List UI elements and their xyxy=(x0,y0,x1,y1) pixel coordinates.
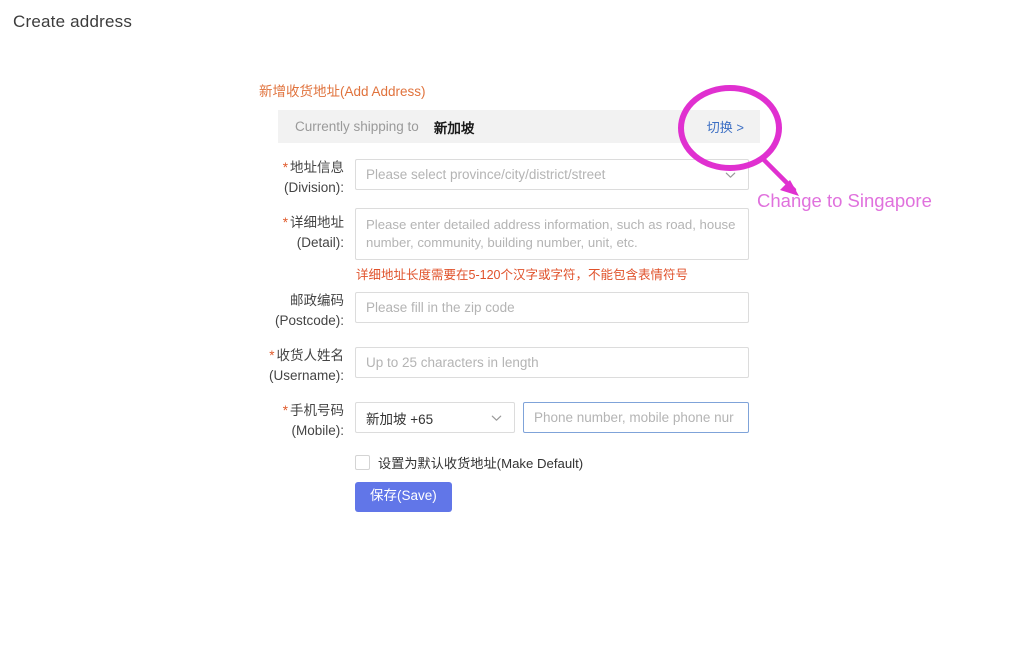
phone-group: 新加坡 +65 Phone number, mobile phone nur xyxy=(355,402,778,433)
form-actions: 设置为默认收货地址(Make Default) 保存(Save) xyxy=(355,453,778,512)
form-row-division: * 地址信息 (Division): Please select province… xyxy=(258,159,778,197)
chevron-down-icon xyxy=(724,168,737,181)
division-select[interactable]: Please select province/city/district/str… xyxy=(355,159,749,190)
form-row-username: * 收货人姓名 (Username): Up to 25 characters i… xyxy=(258,347,778,385)
label-division-en: (Division): xyxy=(283,180,344,195)
control-detail: Please enter detailed address informatio… xyxy=(355,208,778,289)
currently-shipping-label: Currently shipping to xyxy=(295,119,419,134)
label-username: * 收货人姓名 (Username): xyxy=(258,347,355,385)
label-mobile: * 手机号码 (Mobile): xyxy=(258,402,355,440)
detail-textarea[interactable]: Please enter detailed address informatio… xyxy=(355,208,749,260)
chevron-down-icon xyxy=(490,411,503,424)
control-mobile: 新加坡 +65 Phone number, mobile phone nur xyxy=(355,402,778,433)
control-username: Up to 25 characters in length xyxy=(355,347,778,378)
label-username-cn: 收货人姓名 xyxy=(276,348,345,363)
add-address-panel: 新增收货地址(Add Address) Currently shipping t… xyxy=(258,80,778,512)
label-detail-en: (Detail): xyxy=(296,235,344,250)
detail-error-message: 详细地址长度需要在5-120个汉字或字符，不能包含表情符号 xyxy=(356,268,688,282)
control-division: Please select province/city/district/str… xyxy=(355,159,778,190)
label-division: * 地址信息 (Division): xyxy=(258,159,355,197)
currently-shipping-bar: Currently shipping to 新加坡 切换 > xyxy=(278,110,760,143)
form-row-postcode: 邮政编码 (Postcode): Please fill in the zip … xyxy=(258,292,778,330)
country-code-value: 新加坡 +65 xyxy=(366,411,434,427)
phone-number-input[interactable]: Phone number, mobile phone nur xyxy=(523,402,749,433)
switch-country-link[interactable]: 切换 > xyxy=(707,117,744,136)
make-default-row[interactable]: 设置为默认收货地址(Make Default) xyxy=(355,453,778,472)
label-detail-cn: 详细地址 xyxy=(290,215,344,230)
label-mobile-cn: 手机号码 xyxy=(290,403,344,418)
required-asterisk: * xyxy=(282,215,288,230)
required-asterisk: * xyxy=(282,160,288,175)
required-asterisk: * xyxy=(282,403,288,418)
label-detail: * 详细地址 (Detail): xyxy=(258,208,355,252)
current-country-value: 新加坡 xyxy=(433,120,475,136)
label-postcode-cn: 邮政编码 xyxy=(290,293,344,308)
division-select-placeholder: Please select province/city/district/str… xyxy=(366,167,606,182)
label-postcode: 邮政编码 (Postcode): xyxy=(258,292,355,330)
country-code-select[interactable]: 新加坡 +65 xyxy=(355,402,515,433)
label-division-cn: 地址信息 xyxy=(290,160,344,175)
postcode-input[interactable]: Please fill in the zip code xyxy=(355,292,749,323)
label-mobile-en: (Mobile): xyxy=(291,423,344,438)
save-button[interactable]: 保存(Save) xyxy=(355,482,452,512)
annotation-text: Change to Singapore xyxy=(757,190,932,211)
form-row-detail: * 详细地址 (Detail): Please enter detailed ad… xyxy=(258,208,778,289)
required-asterisk: * xyxy=(269,348,275,363)
address-form: * 地址信息 (Division): Please select province… xyxy=(258,159,778,512)
page-title: Create address xyxy=(13,12,133,31)
form-row-mobile: * 手机号码 (Mobile): 新加坡 +65 Phone number, mo… xyxy=(258,402,778,440)
label-postcode-en: (Postcode): xyxy=(274,313,344,328)
username-input[interactable]: Up to 25 characters in length xyxy=(355,347,749,378)
label-username-en: (Username): xyxy=(268,368,344,383)
control-postcode: Please fill in the zip code xyxy=(355,292,778,323)
annotation-arrow-head-icon xyxy=(780,180,799,196)
make-default-checkbox[interactable] xyxy=(355,455,370,470)
panel-title: 新增收货地址(Add Address) xyxy=(259,84,426,99)
make-default-label: 设置为默认收货地址(Make Default) xyxy=(378,456,584,471)
